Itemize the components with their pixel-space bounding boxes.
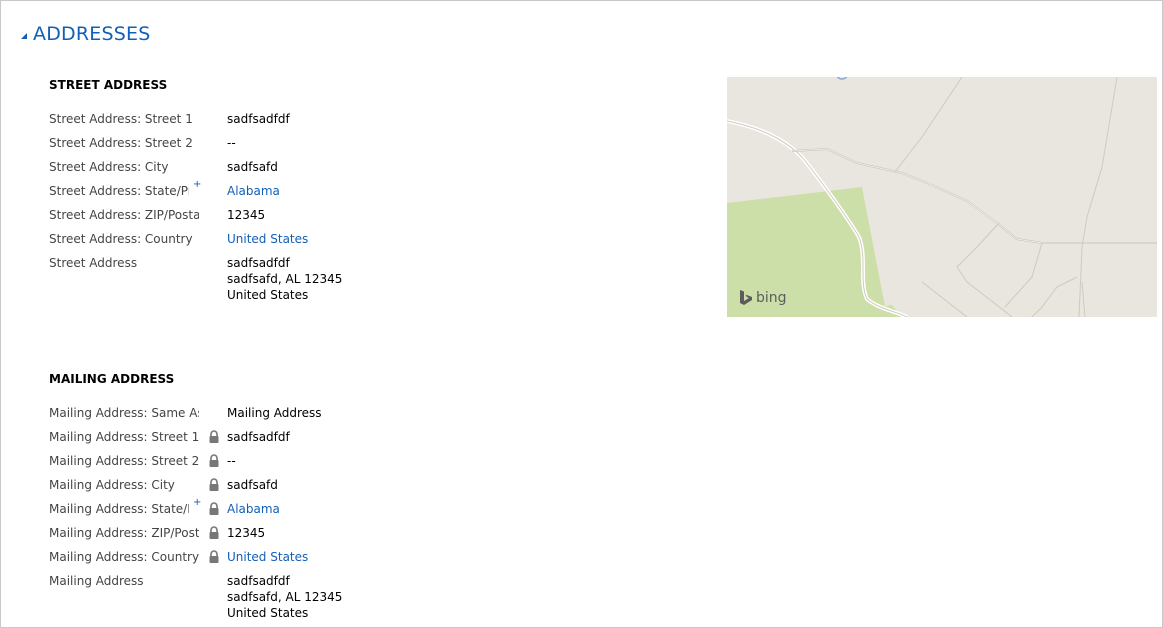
bing-map[interactable]: bing (727, 77, 1157, 317)
street-1-row: Street Address: Street 1 sadfsadfdf (49, 111, 449, 131)
country-link[interactable]: United States (227, 231, 308, 247)
address-line: United States (227, 606, 309, 620)
lock-icon (209, 502, 219, 515)
field-label: Street Address: State/Province (49, 184, 189, 198)
mailing-address-composite-row: Mailing Address sadfsadfdf sadfsafd, AL … (49, 573, 449, 623)
field-label: Mailing Address: Country (49, 550, 199, 564)
collapse-triangle-icon (21, 33, 27, 39)
field-label: Street Address: Street 2 (49, 136, 193, 150)
address-line: sadfsafd, AL 12345 (227, 272, 343, 286)
country-row: Street Address: Country United States (49, 231, 449, 251)
section-title: ADDRESSES (33, 23, 151, 45)
mailing-street-2-value: -- (227, 454, 236, 468)
field-label: Mailing Address: ZIP/Postal Code (49, 526, 199, 540)
addresses-section-toggle[interactable]: ADDRESSES (21, 23, 150, 45)
same-as-row: Mailing Address: Same As Mailing Address (49, 405, 449, 425)
lock-icon (209, 550, 219, 563)
bing-icon (740, 290, 752, 305)
mailing-street-2-row: Mailing Address: Street 2 -- (49, 453, 449, 473)
street-address-composite-row: Street Address sadfsadfdf sadfsafd, AL 1… (49, 255, 449, 307)
field-label: Street Address (49, 256, 138, 270)
mailing-zip-row: Mailing Address: ZIP/Postal Code 12345 (49, 525, 449, 545)
mailing-state-link[interactable]: Alabama (227, 501, 280, 517)
field-label: Street Address: Street 1 (49, 112, 193, 126)
required-indicator: + (193, 497, 202, 508)
mailing-state-row: Mailing Address: State/Province + Alabam… (49, 497, 449, 521)
mailing-street-1-row: Mailing Address: Street 1 sadfsadfdf (49, 429, 449, 449)
address-line: United States (227, 288, 309, 302)
state-row: Street Address: State/Province + Alabama (49, 179, 449, 203)
required-indicator: + (193, 179, 202, 190)
zip-row: Street Address: ZIP/Postal Code 12345 (49, 207, 449, 227)
field-label: Mailing Address: City (49, 478, 175, 492)
map-tiles (727, 77, 1157, 317)
field-label: Street Address: Country (49, 232, 193, 246)
street-2-value[interactable]: -- (227, 135, 236, 151)
lock-icon (209, 478, 219, 491)
lock-icon (209, 526, 219, 539)
field-label: Mailing Address: Street 1 (49, 430, 199, 444)
addresses-panel: ADDRESSES STREET ADDRESS Street Address:… (0, 0, 1163, 628)
field-label: Mailing Address: State/Province (49, 502, 189, 516)
lock-icon (209, 454, 219, 467)
mailing-country-link[interactable]: United States (227, 549, 308, 565)
field-label: Street Address: ZIP/Postal Code (49, 208, 199, 222)
bing-logo-text: bing (756, 290, 787, 306)
same-as-value[interactable]: Mailing Address (227, 405, 322, 421)
field-label: Mailing Address: Street 2 (49, 454, 199, 468)
mailing-country-row: Mailing Address: Country United States (49, 549, 449, 569)
bing-logo: bing (739, 290, 787, 306)
street-address-heading: STREET ADDRESS (49, 78, 168, 92)
lock-icon (209, 430, 219, 443)
city-value[interactable]: sadfsafd (227, 159, 278, 175)
mailing-city-row: Mailing Address: City sadfsafd (49, 477, 449, 497)
street-1-value[interactable]: sadfsadfdf (227, 111, 290, 127)
address-line: sadfsafd, AL 12345 (227, 590, 343, 604)
field-label: Street Address: City (49, 160, 169, 174)
mailing-city-value: sadfsafd (227, 478, 278, 492)
address-line: sadfsadfdf (227, 256, 290, 270)
address-line: sadfsadfdf (227, 574, 290, 588)
mailing-zip-value: 12345 (227, 526, 266, 540)
street-2-row: Street Address: Street 2 -- (49, 135, 449, 155)
mailing-street-1-value: sadfsadfdf (227, 430, 290, 444)
mailing-address-composite-value[interactable]: sadfsadfdf sadfsafd, AL 12345 United Sta… (227, 573, 342, 621)
state-link[interactable]: Alabama (227, 183, 280, 199)
street-address-composite-value[interactable]: sadfsadfdf sadfsafd, AL 12345 United Sta… (227, 255, 342, 303)
field-label: Mailing Address: Same As (49, 406, 199, 420)
mailing-address-heading: MAILING ADDRESS (49, 372, 175, 386)
field-label: Mailing Address (49, 574, 144, 588)
city-row: Street Address: City sadfsafd (49, 159, 449, 179)
zip-value[interactable]: 12345 (227, 207, 265, 223)
